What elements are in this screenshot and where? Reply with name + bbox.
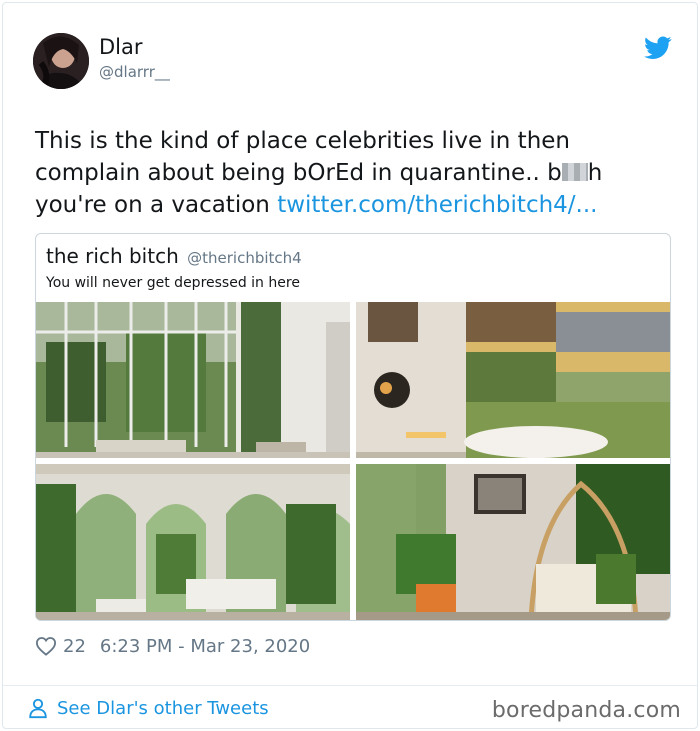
avatar[interactable] [33, 33, 89, 89]
quoted-photo-4[interactable] [356, 464, 670, 620]
quoted-handle: @therichbitch4 [187, 249, 302, 267]
quoted-photo-2[interactable] [356, 302, 670, 458]
see-other-tweets-link[interactable]: See Dlar's other Tweets [27, 697, 269, 719]
quoted-display-name: the rich bitch [46, 244, 179, 268]
embedded-tweet-card: Dlar @dlarrr__ This is the kind of place… [2, 2, 698, 729]
twitter-bird-icon[interactable] [644, 36, 672, 60]
see-other-tweets-label: See Dlar's other Tweets [57, 697, 269, 719]
tweet-timestamp[interactable]: 6:23 PM - Mar 23, 2020 [100, 636, 310, 657]
tweet-text-part-1: This is the kind of place celebrities li… [35, 128, 571, 186]
person-icon [29, 698, 47, 719]
like-count[interactable]: 22 [63, 636, 86, 657]
tweet-link[interactable]: twitter.com/therichbitch4/... [277, 192, 597, 218]
boredpanda-watermark: boredpanda.com [491, 698, 681, 723]
quoted-tweet[interactable]: the rich bitch @therichbitch4 You will n… [35, 233, 671, 621]
quoted-photo-3[interactable] [36, 464, 350, 620]
author-handle[interactable]: @dlarrr__ [99, 63, 170, 81]
tweet-text: This is the kind of place celebrities li… [35, 125, 675, 221]
quoted-photo-1[interactable] [36, 302, 350, 458]
quoted-text: You will never get depressed in here [46, 275, 300, 291]
heart-icon[interactable] [35, 636, 57, 656]
tweet-meta: 22 6:23 PM - Mar 23, 2020 [35, 633, 310, 659]
footer-divider [3, 685, 697, 686]
quoted-author[interactable]: the rich bitch @therichbitch4 [46, 244, 302, 268]
censored-word-blur [561, 163, 588, 181]
author-display-name[interactable]: Dlar [99, 35, 143, 59]
